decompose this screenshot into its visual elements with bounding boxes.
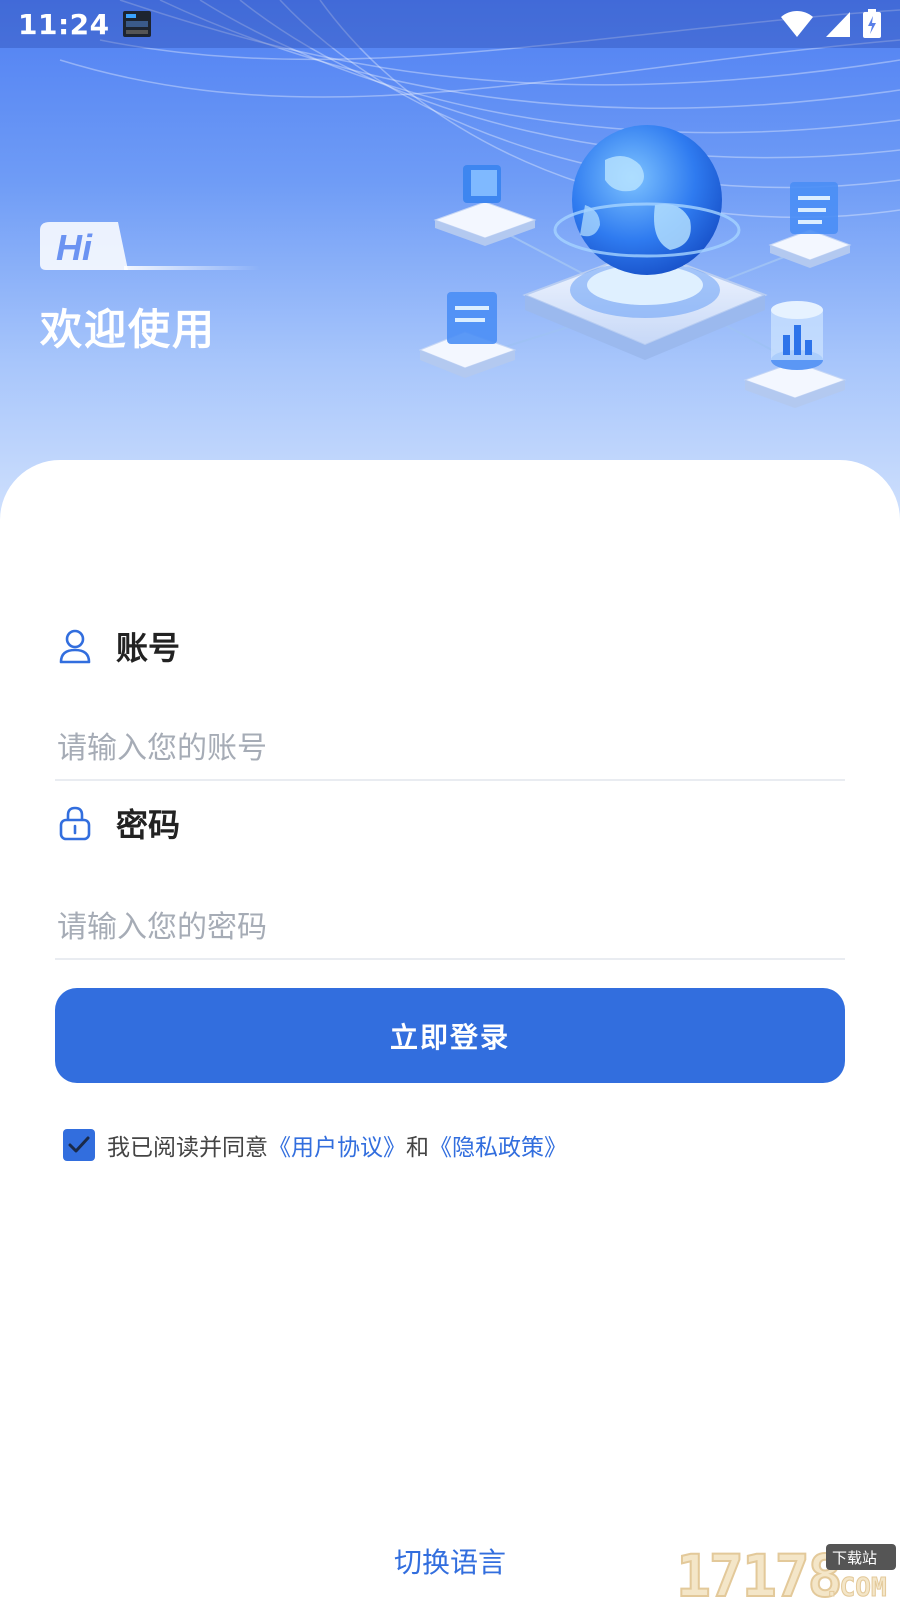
signal-icon <box>826 12 850 37</box>
battery-charging-icon <box>863 9 881 38</box>
lock-icon <box>59 806 91 841</box>
user-agreement-link[interactable]: 《用户协议》 <box>268 1128 406 1162</box>
password-label-row: 密码 <box>58 800 180 846</box>
status-icons <box>780 9 882 39</box>
account-label-row: 账号 <box>58 623 180 669</box>
globe-network-illustration <box>418 125 852 408</box>
welcome-title: 欢迎使用 <box>40 305 217 354</box>
hero-banner: 11:24 Hi 欢迎使用 <box>0 0 900 520</box>
user-icon <box>59 629 91 664</box>
notification-app-icon <box>122 11 151 37</box>
password-input[interactable] <box>55 896 845 960</box>
agreement-row: 我已阅读并同意 《用户协议》 和 《隐私政策》 <box>63 1128 567 1162</box>
agreement-prefix: 我已阅读并同意 <box>107 1135 268 1161</box>
watermark-text: 17178 <box>676 1542 841 1600</box>
agreement-conjunction: 和 <box>406 1135 429 1161</box>
password-label: 密码 <box>116 806 181 844</box>
privacy-policy-link[interactable]: 《隐私政策》 <box>429 1128 567 1162</box>
agreement-checkbox[interactable] <box>63 1129 95 1161</box>
status-bar: 11:24 <box>0 0 900 48</box>
account-label: 账号 <box>116 629 181 667</box>
watermark-logo: 17178 .COM 下载站 <box>676 1541 896 1600</box>
account-input[interactable] <box>55 717 845 781</box>
watermark-tag: 下载站 <box>832 1549 877 1567</box>
check-icon <box>68 1136 90 1153</box>
wifi-icon <box>781 11 813 37</box>
hi-badge: Hi <box>40 222 260 270</box>
hi-text: Hi <box>56 227 93 268</box>
watermark-suffix: .COM <box>824 1573 887 1600</box>
login-button[interactable]: 立即登录 <box>55 988 845 1083</box>
status-time: 11:24 <box>18 7 110 41</box>
